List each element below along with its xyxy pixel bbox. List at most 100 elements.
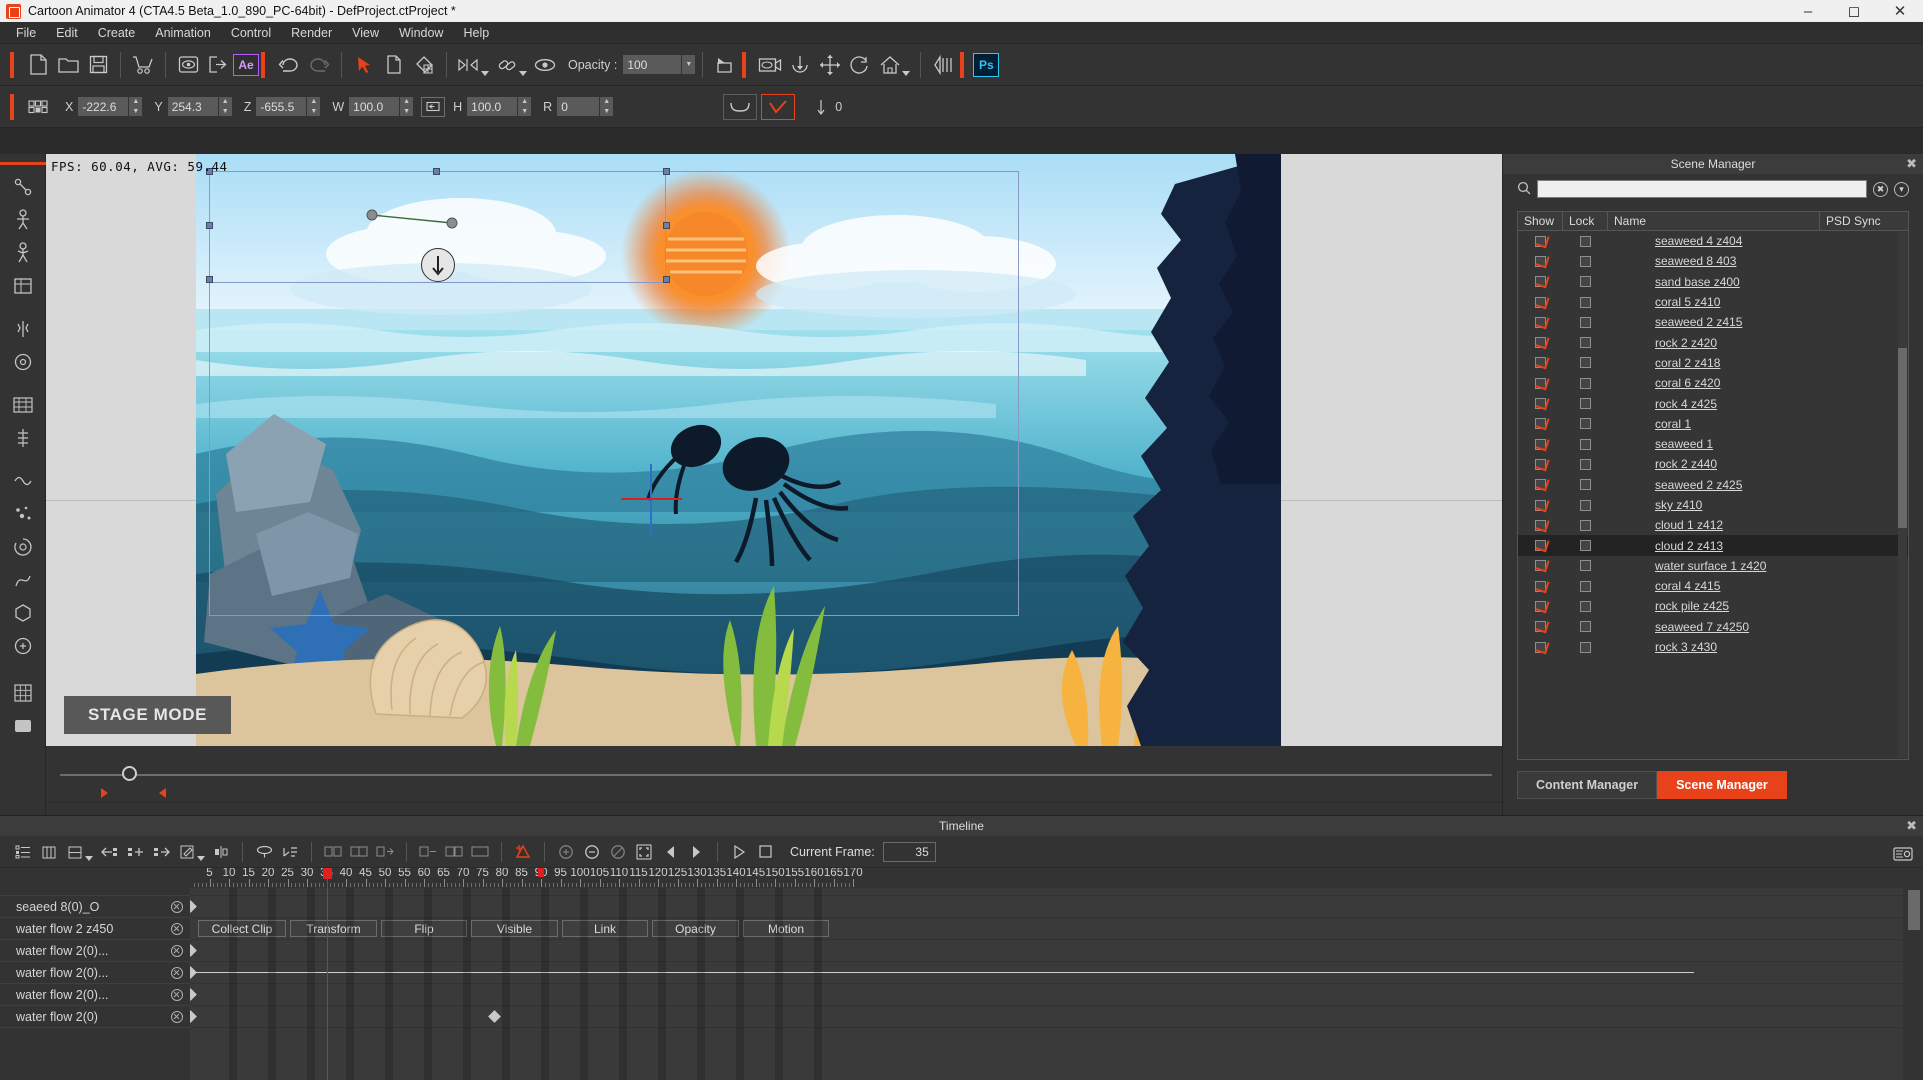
show-checkbox[interactable] bbox=[1518, 418, 1563, 430]
opacity-field[interactable]: ▼ bbox=[623, 55, 696, 74]
face-icon[interactable] bbox=[0, 312, 46, 345]
undo-icon[interactable] bbox=[274, 50, 304, 80]
spring-key-icon[interactable] bbox=[251, 840, 277, 864]
scene-object-name[interactable]: rock 2 z420 bbox=[1608, 336, 1908, 350]
show-checkbox[interactable] bbox=[1518, 235, 1563, 247]
lock-checkbox[interactable] bbox=[1563, 519, 1608, 531]
scene-manager-tabs[interactable]: Content Manager Scene Manager bbox=[1517, 771, 1787, 799]
loop-range-icon[interactable] bbox=[415, 840, 441, 864]
time-slider-knob[interactable] bbox=[122, 766, 137, 781]
column-name[interactable]: Name bbox=[1608, 212, 1820, 230]
maximize-button[interactable]: ◻ bbox=[1831, 0, 1877, 22]
timeline-scrollbar-thumb[interactable] bbox=[1908, 890, 1920, 930]
left-tool-strip[interactable] bbox=[0, 154, 46, 815]
lock-checkbox[interactable] bbox=[1563, 316, 1608, 328]
snap-left-icon[interactable] bbox=[657, 840, 683, 864]
scene-object-name[interactable]: seaweed 2 z425 bbox=[1608, 478, 1908, 492]
opacity-input[interactable] bbox=[623, 55, 682, 74]
timeline-right-gutter[interactable] bbox=[1903, 888, 1923, 1080]
new-project-icon[interactable] bbox=[23, 50, 53, 80]
scene-object-name[interactable]: rock 2 z440 bbox=[1608, 457, 1908, 471]
sfx-icon[interactable] bbox=[0, 629, 46, 662]
transform-w-field[interactable]: ▲▼ bbox=[349, 97, 414, 116]
mirror-key-icon[interactable] bbox=[208, 840, 234, 864]
timeline-range-marker[interactable] bbox=[538, 868, 544, 877]
head-icon[interactable] bbox=[0, 345, 46, 378]
move-key-right-icon[interactable] bbox=[148, 840, 174, 864]
delete-track-icon[interactable] bbox=[164, 988, 190, 1001]
scene-list-row[interactable]: seaweed 1 bbox=[1518, 434, 1908, 454]
track-row[interactable]: water flow 2(0)... bbox=[0, 984, 190, 1006]
scene-object-name[interactable]: cloud 1 z412 bbox=[1608, 518, 1908, 532]
timeline-toolbar[interactable]: Current Frame: 35 bbox=[0, 836, 1923, 868]
menu-item-render[interactable]: Render bbox=[281, 22, 342, 44]
search-input[interactable] bbox=[1537, 180, 1867, 198]
scene-object-name[interactable]: seaweed 8 403 bbox=[1608, 254, 1908, 268]
delete-track-icon[interactable] bbox=[164, 922, 190, 935]
keyframe[interactable] bbox=[190, 944, 197, 957]
keyframe[interactable] bbox=[190, 988, 197, 1001]
track-lane[interactable] bbox=[190, 940, 1903, 962]
track-row[interactable]: water flow 2(0)... bbox=[0, 940, 190, 962]
zoom-reset-icon[interactable] bbox=[605, 840, 631, 864]
scene-list-row[interactable]: seaweed 7 z4250 bbox=[1518, 617, 1908, 637]
lock-checkbox[interactable] bbox=[1563, 641, 1608, 653]
scene-object-name[interactable]: cloud 2 z413 bbox=[1608, 539, 1908, 553]
prop-icon[interactable] bbox=[0, 596, 46, 629]
lock-checkbox[interactable] bbox=[1563, 418, 1608, 430]
column-show[interactable]: Show bbox=[1518, 212, 1563, 230]
scene-manager-search-row[interactable]: ✖ ▾ bbox=[1503, 174, 1923, 204]
show-checkbox[interactable] bbox=[1518, 560, 1563, 572]
close-icon[interactable]: ✖ bbox=[1906, 156, 1917, 172]
lock-checkbox[interactable] bbox=[1563, 600, 1608, 612]
scene-object-name[interactable]: rock 4 z425 bbox=[1608, 397, 1908, 411]
scene-object-name[interactable]: coral 2 z418 bbox=[1608, 356, 1908, 370]
scene-list-body[interactable]: seaweed 4 z404 seaweed 8 403 sand base z40… bbox=[1518, 231, 1908, 657]
scene-object-name[interactable]: water surface 1 z420 bbox=[1608, 559, 1908, 573]
lock-checkbox[interactable] bbox=[1563, 296, 1608, 308]
fill-color-icon[interactable] bbox=[409, 50, 439, 80]
home-view-icon[interactable] bbox=[875, 50, 905, 80]
show-checkbox[interactable] bbox=[1518, 600, 1563, 612]
move-key-left-icon[interactable] bbox=[96, 840, 122, 864]
track-name[interactable]: water flow 2(0)... bbox=[0, 966, 164, 980]
track-name[interactable]: seaeed 8(0)_O bbox=[0, 900, 164, 914]
scene-list-row[interactable]: cloud 2 z413 bbox=[1518, 535, 1908, 556]
transform-w-input[interactable] bbox=[349, 97, 400, 116]
scene-list-row[interactable]: coral 4 z415 bbox=[1518, 576, 1908, 596]
onion-skin-icon[interactable] bbox=[928, 50, 958, 80]
align-icon[interactable] bbox=[454, 50, 484, 80]
duplicate-icon[interactable] bbox=[379, 50, 409, 80]
photoshop-icon[interactable]: Ps bbox=[973, 52, 1000, 77]
delete-track-icon[interactable] bbox=[164, 944, 190, 957]
sprite-editor-icon[interactable] bbox=[0, 269, 46, 302]
scene-list-row[interactable]: coral 1 bbox=[1518, 414, 1908, 434]
menu-item-help[interactable]: Help bbox=[453, 22, 499, 44]
column-psd-sync[interactable]: PSD Sync bbox=[1820, 212, 1908, 230]
scene-object-name[interactable]: rock pile z425 bbox=[1608, 599, 1908, 613]
show-checkbox[interactable] bbox=[1518, 357, 1563, 369]
show-checkbox[interactable] bbox=[1518, 438, 1563, 450]
clip-button-transform[interactable]: Transform bbox=[290, 920, 377, 937]
open-project-icon[interactable] bbox=[53, 50, 83, 80]
track-name[interactable]: water flow 2(0) bbox=[0, 1010, 164, 1024]
add-key-icon[interactable] bbox=[122, 840, 148, 864]
transform-z-input[interactable] bbox=[256, 97, 307, 116]
show-checkbox[interactable] bbox=[1518, 499, 1563, 511]
show-checkbox[interactable] bbox=[1518, 296, 1563, 308]
scene-list-row[interactable]: rock pile z425 bbox=[1518, 596, 1908, 616]
track-name[interactable]: water flow 2 z450 bbox=[0, 922, 164, 936]
timeline-track-names[interactable]: seaeed 8(0)_Owater flow 2 z450 water flow… bbox=[0, 888, 190, 1080]
close-icon[interactable]: ✖ bbox=[1906, 818, 1917, 834]
keyframe[interactable] bbox=[190, 900, 197, 913]
transform-x-stepper[interactable]: ▲ ▼ bbox=[129, 97, 143, 116]
lock-checkbox[interactable] bbox=[1563, 235, 1608, 247]
bone-editor-icon[interactable] bbox=[0, 170, 46, 203]
timeline-settings-icon[interactable] bbox=[1893, 846, 1913, 865]
export-icon[interactable] bbox=[203, 50, 233, 80]
menu-bar[interactable]: File Edit Create Animation Control Rende… bbox=[0, 22, 1923, 44]
scene-object-name[interactable]: coral 6 z420 bbox=[1608, 376, 1908, 390]
transform-crosshair-icon[interactable] bbox=[616, 464, 686, 534]
scene-object-name[interactable]: sky z410 bbox=[1608, 498, 1908, 512]
selection-handle-ml[interactable] bbox=[206, 222, 213, 229]
